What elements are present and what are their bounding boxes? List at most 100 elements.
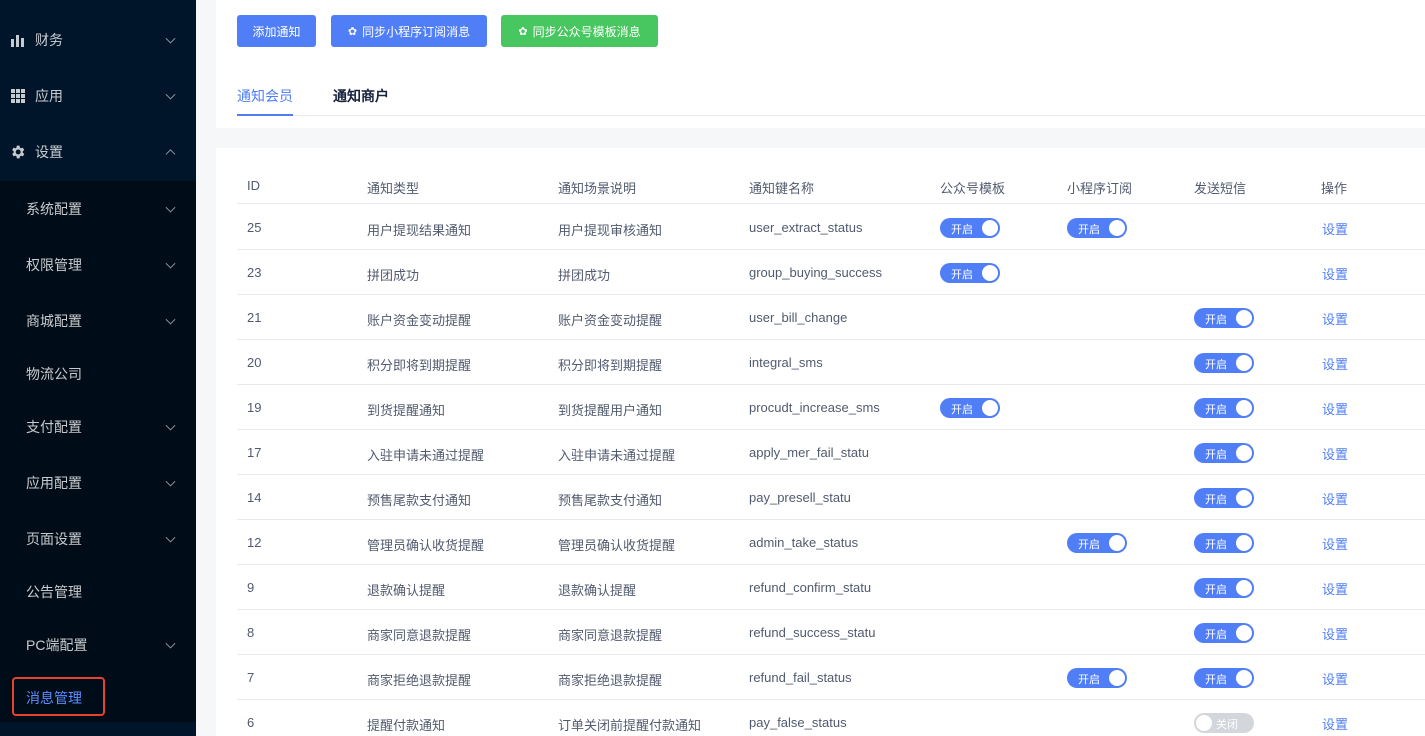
sidebar-item-label: 支付配置 [26,418,82,435]
cell-id: 8 [247,625,255,640]
sidebar-item-logistics[interactable]: 物流公司 [0,347,196,400]
switch-knob [982,265,998,281]
settings-link[interactable]: 设置 [1322,624,1348,643]
wechat-switch[interactable]: 开启 [940,263,1000,283]
cell-type: 拼团成功 [367,268,420,283]
tab-notify-members[interactable]: 通知会员 [237,86,293,116]
settings-link[interactable]: 设置 [1322,579,1348,598]
chevron-down-icon [165,638,176,649]
settings-link[interactable]: 设置 [1322,219,1348,238]
menu-item-finance[interactable]: 财务 [0,12,196,68]
mini-switch[interactable]: 开启 [1067,218,1127,238]
switch-label: 开启 [1205,494,1227,506]
table-header: ID 通知类型 通知场景说明 通知键名称 公众号模板 小程序订阅 发送短信 操作 [237,166,1425,204]
settings-link[interactable]: 设置 [1322,264,1348,283]
sms-switch[interactable]: 开启 [1194,623,1254,643]
settings-link[interactable]: 设置 [1322,354,1348,373]
switch-label: 开启 [951,269,973,281]
cell-scene: 预售尾款支付通知 [558,493,663,508]
cell-key: user_bill_change [749,310,848,325]
cell-type: 积分即将到期提醒 [367,358,472,373]
mini-switch[interactable]: 开启 [1067,668,1127,688]
table-row: 8 商家同意退款提醒 商家同意退款提醒 refund_success_statu 开启 设… [237,610,1425,655]
switch-knob [1236,535,1252,551]
cell-id: 23 [247,265,262,280]
mini-switch[interactable]: 开启 [1067,533,1127,553]
cell-key: refund_success_statu [749,625,876,640]
sms-switch[interactable]: 关闭 [1194,713,1254,733]
sms-switch[interactable]: 开启 [1194,398,1254,418]
sms-switch[interactable]: 开启 [1194,443,1254,463]
table-row: 21 账户资金变动提醒 账户资金变动提醒 user_bill_change 开启 设置 [237,295,1425,340]
sms-switch[interactable]: 开启 [1194,578,1254,598]
sms-switch[interactable]: 开启 [1194,668,1254,688]
tab-notify-merchants[interactable]: 通知商户 [333,86,389,116]
settings-link[interactable]: 设置 [1322,714,1348,733]
wechat-switch[interactable]: 开启 [940,218,1000,238]
chevron-down-icon [165,476,176,487]
sms-switch[interactable]: 开启 [1194,533,1254,553]
sidebar-item-pc-config[interactable]: PC端配置 [0,618,196,671]
settings-link[interactable]: 设置 [1322,399,1348,418]
cell-id: 14 [247,490,262,505]
cell-scene: 退款确认提醒 [558,583,637,598]
switch-knob [1109,535,1125,551]
chevron-up-icon [165,149,176,160]
sms-switch[interactable]: 开启 [1194,488,1254,508]
sidebar-item-app-config[interactable]: 应用配置 [0,456,196,509]
sync-mini-program-button[interactable]: ✿ 同步小程序订阅消息 [331,15,487,47]
settings-link[interactable]: 设置 [1322,534,1348,553]
settings-link[interactable]: 设置 [1322,669,1348,688]
cell-type: 用户提现结果通知 [367,223,472,238]
menu-item-label: 设置 [35,144,63,160]
cell-scene: 订单关闭前提醒付款通知 [558,718,702,733]
wechat-switch[interactable]: 开启 [940,398,1000,418]
cell-type: 到货提醒通知 [367,403,446,418]
sync-wechat-template-button[interactable]: ✿ 同步公众号模板消息 [501,15,658,47]
sidebar-item-label: 商城配置 [26,312,82,329]
cell-type: 账户资金变动提醒 [367,313,472,328]
sidebar-item-system-config[interactable]: 系统配置 [0,182,196,235]
settings-link[interactable]: 设置 [1322,309,1348,328]
menu-item-apps[interactable]: 应用 [0,68,196,124]
sms-switch[interactable]: 开启 [1194,308,1254,328]
switch-knob [1109,220,1125,236]
settings-link[interactable]: 设置 [1322,489,1348,508]
table-row: 6 提醒付款通知 订单关闭前提醒付款通知 pay_false_status 关闭 设置 [237,700,1425,736]
switch-knob [1236,400,1252,416]
header-id: ID [247,178,260,193]
sidebar-item-mall-config[interactable]: 商城配置 [0,294,196,347]
switch-label: 开启 [1205,449,1227,461]
switch-label: 开启 [1205,539,1227,551]
sidebar-item-label: 权限管理 [26,256,82,273]
switch-label: 开启 [1205,359,1227,371]
sidebar-item-payment-config[interactable]: 支付配置 [0,400,196,453]
cell-key: pay_presell_statu [749,490,851,505]
cell-key: admin_take_status [749,535,859,550]
switch-label: 开启 [1205,629,1227,641]
header-sms: 发送短信 [1194,181,1247,196]
sidebar-item-permissions[interactable]: 权限管理 [0,238,196,291]
settings-link[interactable]: 设置 [1322,444,1348,463]
switch-knob [1236,490,1252,506]
menu-item-settings[interactable]: 设置 [0,124,196,180]
cell-scene: 商家拒绝退款提醒 [558,673,663,688]
switch-knob [982,220,998,236]
button-label: 同步小程序订阅消息 [362,24,471,39]
table-row: 20 积分即将到期提醒 积分即将到期提醒 integral_sms 开启 设置 [237,340,1425,385]
cell-id: 9 [247,580,255,595]
sidebar: 财务 应用 设置 系统配置 权限管理 商城配置 物流公司 支付配置 应用配置 页… [0,0,196,736]
cell-key: procudt_increase_sms [749,400,880,415]
cell-key: apply_mer_fail_statu [749,445,869,460]
notification-tabs: 通知会员 通知商户 [237,76,1425,116]
grid-icon [11,89,25,103]
sidebar-item-page-settings[interactable]: 页面设置 [0,512,196,565]
cell-id: 19 [247,400,262,415]
sidebar-item-announcements[interactable]: 公告管理 [0,565,196,618]
sidebar-item-label: 系统配置 [26,200,82,217]
sms-switch[interactable]: 开启 [1194,353,1254,373]
switch-knob [1236,580,1252,596]
add-notification-button[interactable]: 添加通知 [237,15,316,47]
header-wechat-template: 公众号模板 [940,181,1006,196]
cell-id: 6 [247,715,255,730]
